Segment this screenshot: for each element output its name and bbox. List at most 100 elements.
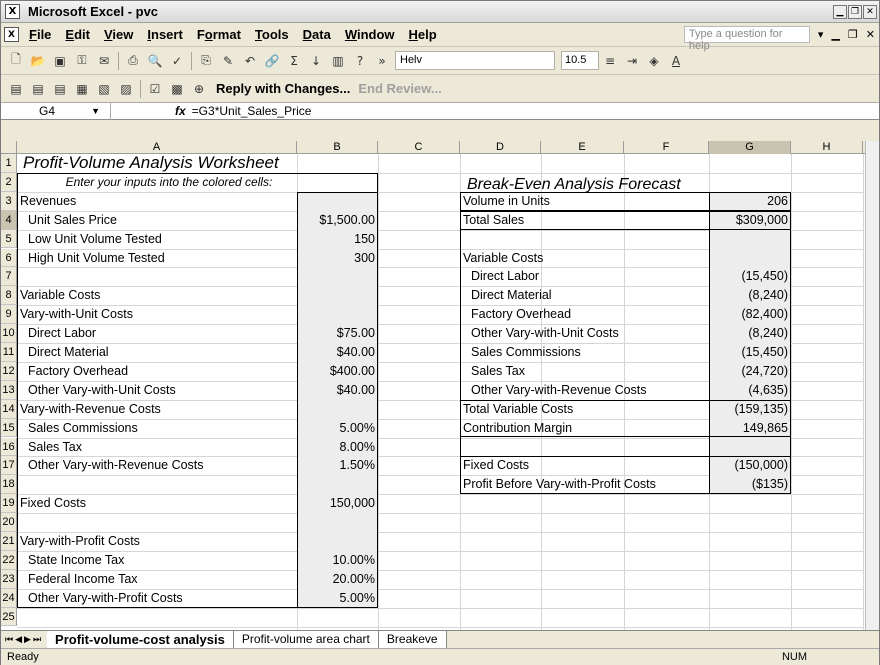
review-icon-9[interactable]: ⊕ <box>188 79 210 99</box>
forecast-value[interactable]: (82,400) <box>709 305 788 323</box>
column-header-h[interactable]: H <box>791 141 863 154</box>
autosum-icon[interactable]: Σ <box>283 51 305 71</box>
row-header-22[interactable]: 22 <box>1 550 17 570</box>
input-value[interactable]: 5.00% <box>297 419 375 437</box>
row-header-16[interactable]: 16 <box>1 437 17 457</box>
input-label[interactable]: High Unit Volume Tested <box>28 249 298 267</box>
forecast-label[interactable]: Total Variable Costs <box>463 400 713 418</box>
menu-view[interactable]: View <box>104 27 133 42</box>
forecast-label[interactable]: Variable Costs <box>463 249 713 267</box>
vertical-scrollbar[interactable] <box>865 141 879 630</box>
help-dropdown-icon[interactable]: ▾ <box>818 28 824 41</box>
input-value[interactable]: $40.00 <box>297 381 375 399</box>
input-value[interactable]: 300 <box>297 249 375 267</box>
select-all-corner[interactable] <box>1 141 17 154</box>
close-icon[interactable]: ✕ <box>863 4 877 19</box>
row-header-25[interactable]: 25 <box>1 607 17 627</box>
indent-icon[interactable]: ⇥ <box>621 51 643 71</box>
input-label[interactable]: Unit Sales Price <box>28 211 298 229</box>
row-header-5[interactable]: 5 <box>1 229 17 249</box>
function-icon[interactable]: fx <box>175 104 186 118</box>
input-label[interactable]: Low Unit Volume Tested <box>28 230 298 248</box>
excel-icon[interactable]: X <box>5 4 20 19</box>
input-label[interactable]: Sales Commissions <box>28 419 298 437</box>
review-icon-8[interactable]: ▩ <box>166 79 188 99</box>
input-label[interactable]: Other Vary-with-Unit Costs <box>28 381 298 399</box>
forecast-label[interactable]: Sales Commissions <box>471 343 721 361</box>
permission-icon[interactable]: ⚿ <box>71 51 93 71</box>
font-select[interactable]: Helv <box>395 51 555 70</box>
workbook-minimize-icon[interactable]: ▁ <box>831 28 839 41</box>
forecast-value[interactable]: 206 <box>709 192 788 210</box>
input-label[interactable]: Factory Overhead <box>28 362 298 380</box>
menu-window[interactable]: Window <box>345 27 395 42</box>
menu-insert[interactable]: Insert <box>147 27 182 42</box>
forecast-label[interactable]: Factory Overhead <box>471 305 721 323</box>
end-review-button[interactable]: End Review... <box>358 81 441 96</box>
minimize-icon[interactable]: ▁ <box>833 4 847 19</box>
column-header-b[interactable]: B <box>297 141 378 154</box>
input-label[interactable]: Other Vary-with-Profit Costs <box>28 589 298 607</box>
menu-help[interactable]: Help <box>409 27 437 42</box>
input-label[interactable]: Vary-with-Profit Costs <box>20 532 290 550</box>
tab-profit-volume-chart[interactable]: Profit-volume area chart <box>233 631 379 648</box>
input-label[interactable]: Other Vary-with-Revenue Costs <box>28 456 298 474</box>
undo-icon[interactable]: ↶ <box>239 51 261 71</box>
forecast-value[interactable]: (8,240) <box>709 286 788 304</box>
review-icon-5[interactable]: ▧ <box>93 79 115 99</box>
input-value[interactable]: 8.00% <box>297 438 375 456</box>
row-header-8[interactable]: 8 <box>1 286 17 306</box>
column-header-d[interactable]: D <box>460 141 541 154</box>
formula-input[interactable]: =G3*Unit_Sales_Price <box>192 104 312 118</box>
input-label[interactable]: Federal Income Tax <box>28 570 298 588</box>
menu-file[interactable]: File <box>29 27 51 42</box>
forecast-value[interactable]: (15,450) <box>709 343 788 361</box>
tab-breakeven[interactable]: Breakeve <box>378 631 447 648</box>
input-label[interactable]: Revenues <box>20 192 290 210</box>
font-color-icon[interactable]: A <box>665 51 687 71</box>
tab-profit-volume-cost[interactable]: Profit-volume-cost analysis <box>47 631 234 648</box>
workbook-restore-icon[interactable]: ❐ <box>848 28 858 41</box>
save-icon[interactable]: ▣ <box>49 51 71 71</box>
print-icon[interactable]: ⎙ <box>122 51 144 71</box>
review-icon-2[interactable]: ▤ <box>27 79 49 99</box>
review-icon-1[interactable]: ▤ <box>5 79 27 99</box>
input-label[interactable]: Fixed Costs <box>20 494 290 512</box>
forecast-label[interactable]: Sales Tax <box>471 362 721 380</box>
row-header-23[interactable]: 23 <box>1 569 17 589</box>
forecast-value[interactable]: ($135) <box>709 475 788 493</box>
open-icon[interactable]: 📂 <box>27 51 49 71</box>
chart-icon[interactable]: ▥ <box>327 51 349 71</box>
row-header-6[interactable]: 6 <box>1 248 17 268</box>
row-header-15[interactable]: 15 <box>1 418 17 438</box>
input-value[interactable]: $400.00 <box>297 362 375 380</box>
row-header-3[interactable]: 3 <box>1 191 17 211</box>
forecast-label[interactable]: Volume in Units <box>463 192 713 210</box>
workbook-icon[interactable]: X <box>4 27 19 42</box>
forecast-value[interactable]: $309,000 <box>709 211 788 229</box>
workbook-close-icon[interactable]: ✕ <box>866 28 875 41</box>
forecast-label[interactable]: Other Vary-with-Unit Costs <box>471 324 721 342</box>
worksheet-title[interactable]: Profit-Volume Analysis Worksheet <box>23 154 353 172</box>
forecast-value[interactable]: (4,635) <box>709 381 788 399</box>
row-header-1[interactable]: 1 <box>1 154 17 173</box>
format-painter-icon[interactable]: ✎ <box>217 51 239 71</box>
forecast-value[interactable]: (24,720) <box>709 362 788 380</box>
input-label[interactable]: Vary-with-Unit Costs <box>20 305 290 323</box>
input-label[interactable]: Vary-with-Revenue Costs <box>20 400 290 418</box>
row-header-4[interactable]: 4 <box>1 210 17 230</box>
input-value[interactable]: 10.00% <box>297 551 375 569</box>
forecast-label[interactable]: Profit Before Vary-with-Profit Costs <box>463 475 713 493</box>
forecast-label[interactable]: Direct Material <box>471 286 721 304</box>
forecast-label[interactable]: Fixed Costs <box>463 456 713 474</box>
align-icon[interactable]: ≡ <box>599 51 621 71</box>
print-preview-icon[interactable]: 🔍 <box>144 51 166 71</box>
menu-tools[interactable]: Tools <box>255 27 289 42</box>
hyperlink-icon[interactable]: 🔗 <box>261 51 283 71</box>
row-header-17[interactable]: 17 <box>1 456 17 476</box>
column-header-g[interactable]: G <box>709 141 791 154</box>
email-icon[interactable]: ✉ <box>93 51 115 71</box>
forecast-label[interactable]: Other Vary-with-Revenue Costs <box>471 381 721 399</box>
input-label[interactable]: Direct Labor <box>28 324 298 342</box>
forecast-label[interactable]: Direct Labor <box>471 267 721 285</box>
